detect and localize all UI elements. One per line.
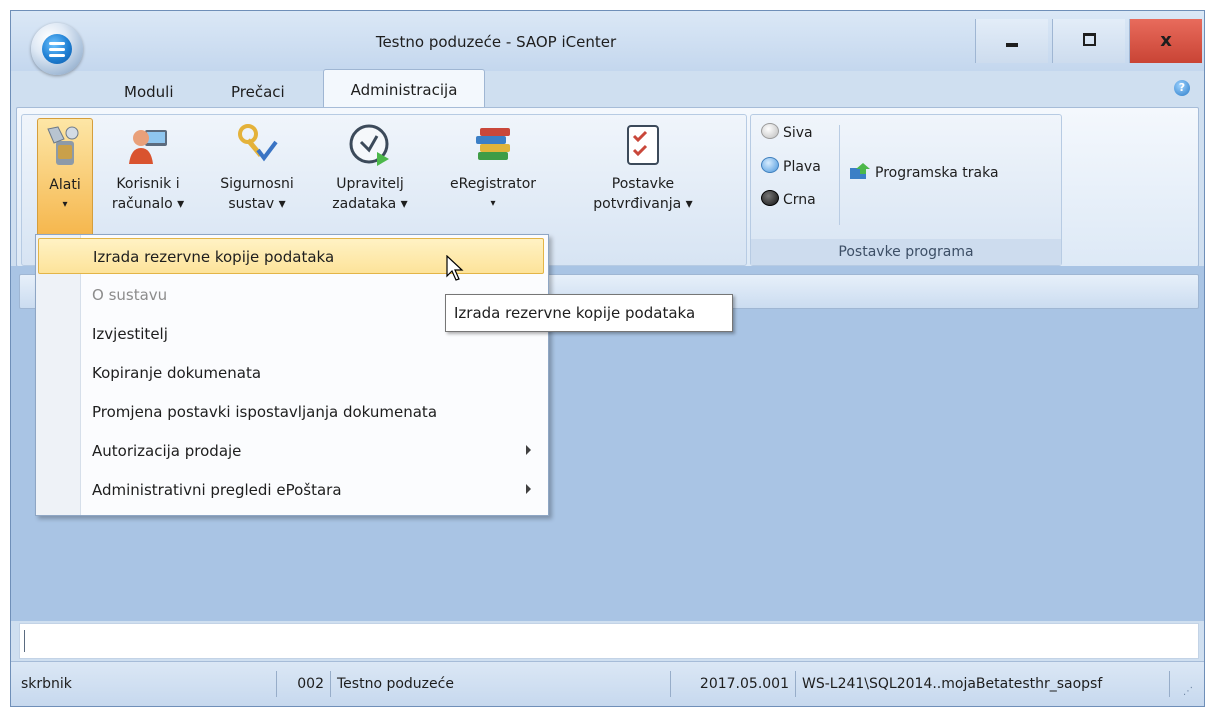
application-menu-button[interactable] — [31, 23, 83, 75]
close-button[interactable]: x — [1129, 19, 1202, 63]
status-company-name: Testno poduzeće — [331, 671, 671, 697]
theme-crna-option[interactable]: Crna — [761, 188, 816, 212]
menu-item-kopiranje[interactable]: Kopiranje dokumenata — [38, 355, 544, 391]
status-version: 2017.05.001 — [671, 671, 796, 697]
status-company-code: 002 — [277, 671, 331, 697]
alati-button[interactable]: Alati ▾ — [37, 118, 93, 240]
programska-traka-button[interactable]: Programska traka — [849, 155, 999, 191]
alati-label: Alati ▾ — [49, 177, 81, 210]
menu-item-promjena-postavki[interactable]: Promjena postavki ispostavljanja dokumen… — [38, 394, 544, 430]
resize-grip-icon[interactable]: ⋰ — [1183, 686, 1195, 698]
title-bar: Testno poduzeće - SAOP iCenter x — [11, 11, 1204, 71]
tab-moduli[interactable]: Moduli — [124, 77, 173, 107]
group-separator — [839, 125, 840, 225]
submenu-arrow-icon — [526, 484, 531, 494]
upravitelj-label: Upravitelj zadataka ▾ — [332, 176, 408, 212]
postavke-label: Postavke potvrđivanja ▾ — [593, 176, 693, 212]
maximize-button[interactable] — [1052, 19, 1125, 63]
theme-crna-icon — [761, 190, 779, 206]
saop-logo-icon — [42, 34, 72, 64]
minimize-button[interactable] — [975, 19, 1048, 63]
sigurnosni-label: Sigurnosni sustav ▾ — [220, 176, 294, 212]
command-input[interactable] — [19, 623, 1199, 659]
text-caret — [24, 630, 25, 652]
alati-dropdown-menu: Izrada rezervne kopije podataka O sustav… — [35, 234, 549, 516]
submenu-arrow-icon — [526, 445, 531, 455]
theme-siva-icon — [761, 123, 779, 139]
close-icon: x — [1160, 30, 1172, 51]
help-icon[interactable]: ? — [1174, 80, 1190, 96]
korisnik-racunalo-button[interactable]: Korisnik i računalo ▾ — [100, 118, 196, 238]
group-label-postavke: Postavke programa — [751, 239, 1061, 265]
tools-icon — [47, 126, 79, 165]
window-title: Testno poduzeće - SAOP iCenter — [375, 33, 617, 51]
menu-item-backup[interactable]: Izrada rezervne kopije podataka — [38, 238, 544, 274]
theme-siva-option[interactable]: Siva — [761, 121, 813, 145]
ribbon-group-postavke-programa: Siva Plava Crna Programska traka Postavk… — [750, 114, 1062, 266]
theme-plava-icon — [761, 157, 779, 173]
tooltip: Izrada rezervne kopije podataka — [445, 294, 733, 332]
minimize-icon — [1006, 43, 1018, 47]
task-manager-clock-icon — [349, 124, 389, 166]
user-computer-icon — [129, 130, 167, 164]
korisnik-label: Korisnik i računalo ▾ — [111, 176, 185, 212]
registry-books-icon — [476, 128, 510, 160]
security-keys-icon — [238, 124, 278, 162]
menu-item-autorizacija[interactable]: Autorizacija prodaje — [38, 433, 544, 469]
status-bar: skrbnik 002 Testno poduzeće 2017.05.001 … — [11, 661, 1204, 706]
eregistrator-button[interactable]: eRegistrator ▾ — [438, 118, 548, 238]
sigurnosni-sustav-button[interactable]: Sigurnosni sustav ▾ — [212, 118, 302, 238]
postavke-potvrdivanja-button[interactable]: Postavke potvrđivanja ▾ — [568, 118, 718, 238]
mouse-cursor-icon — [446, 255, 464, 281]
eregistrator-label: eRegistrator ▾ — [449, 176, 537, 209]
status-server: WS-L241\SQL2014..mojaBetatesthr_saopsf — [796, 671, 1170, 697]
upravitelj-zadataka-button[interactable]: Upravitelj zadataka ▾ — [322, 118, 418, 238]
tab-precaci[interactable]: Prečaci — [231, 77, 285, 107]
theme-plava-option[interactable]: Plava — [761, 155, 821, 179]
status-user: skrbnik — [15, 671, 277, 697]
tab-administracija[interactable]: Administracija — [323, 69, 485, 108]
ribbon-toggle-icon — [850, 163, 870, 179]
menu-item-epostar[interactable]: Administrativni pregledi ePoštara — [38, 472, 544, 508]
maximize-icon — [1083, 33, 1096, 46]
checklist-icon — [627, 125, 659, 165]
